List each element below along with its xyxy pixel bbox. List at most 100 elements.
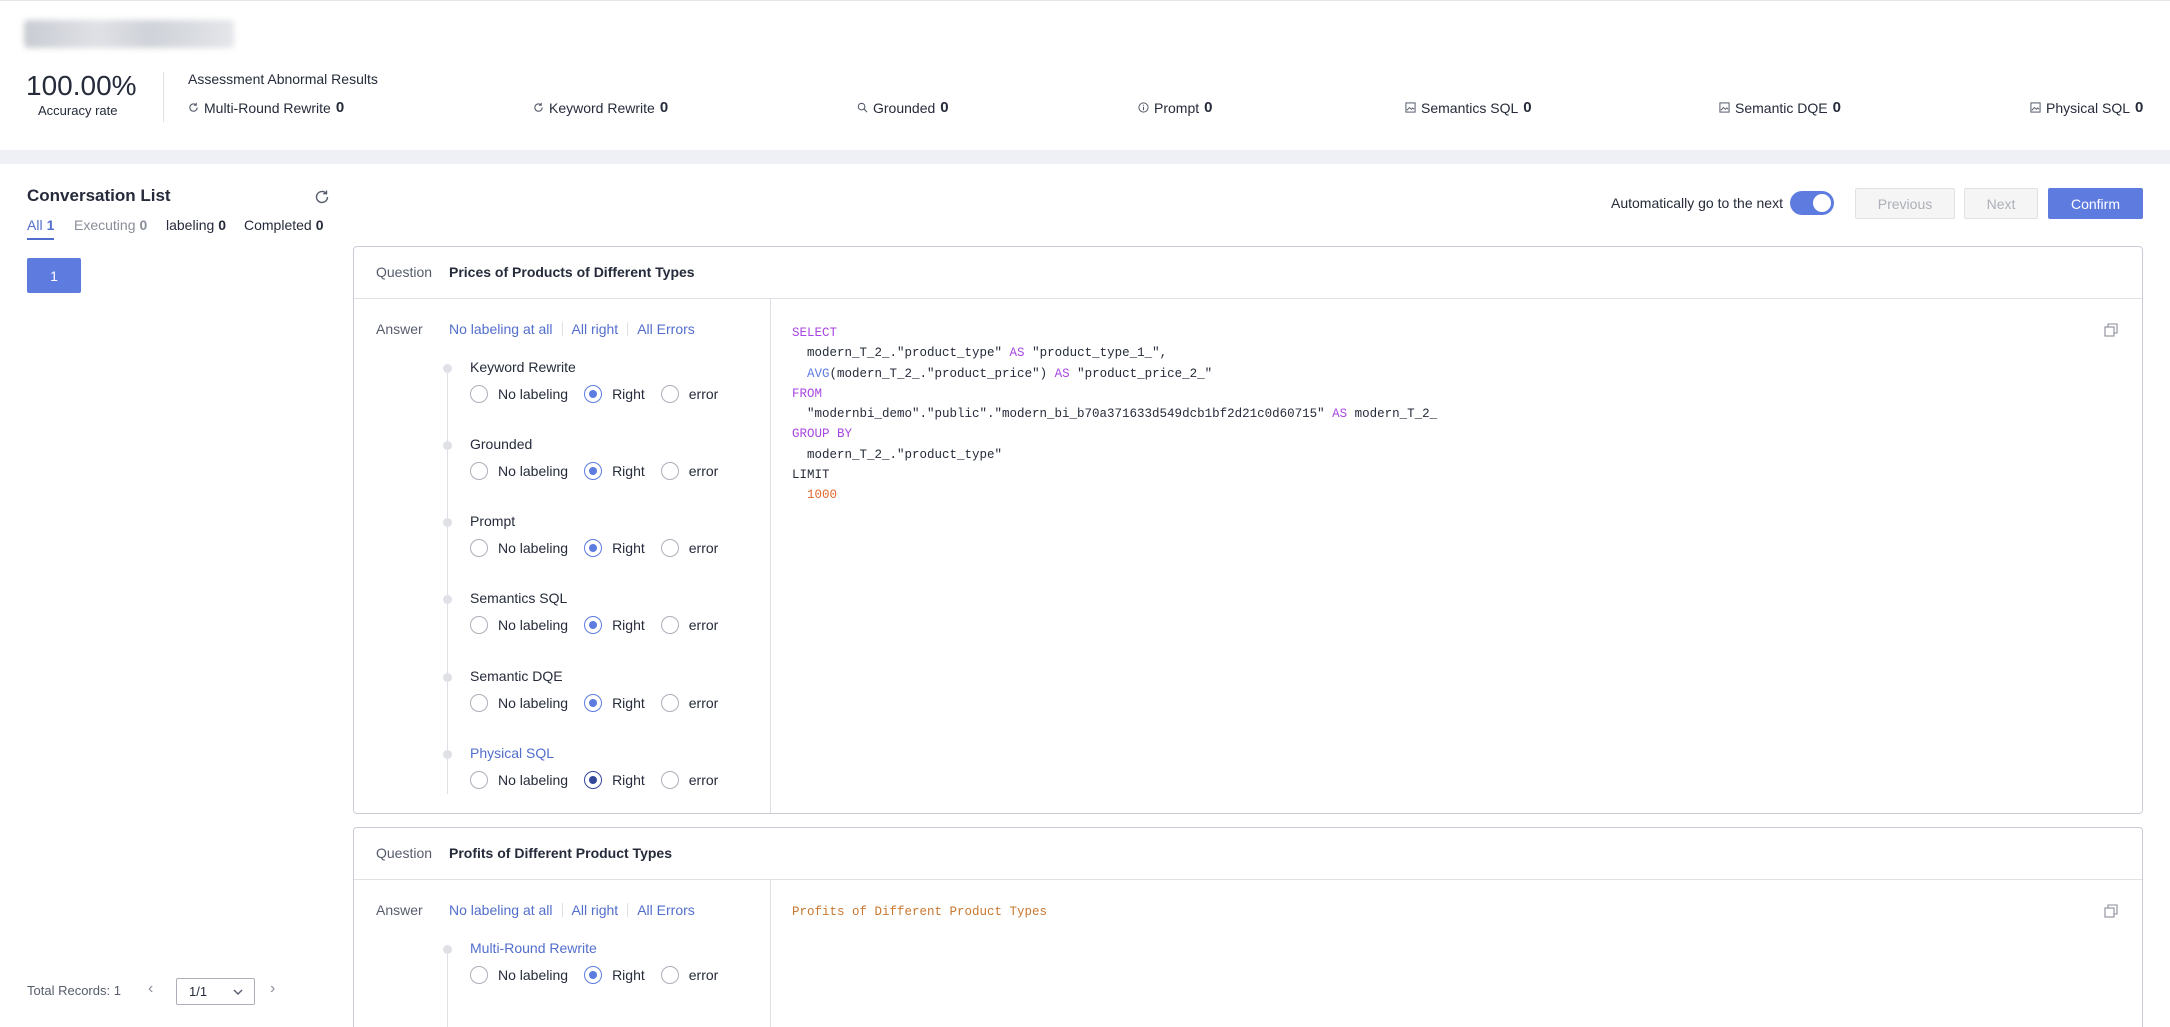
question-card: Question Prices of Products of Different…	[353, 246, 2143, 814]
divider	[163, 72, 164, 122]
image-icon	[1405, 102, 1416, 113]
radio-right[interactable]: Right	[584, 539, 645, 557]
radio-label: No labeling	[498, 386, 569, 402]
radio-circle[interactable]	[584, 966, 603, 984]
auto-next-toggle[interactable]	[1790, 191, 1834, 215]
all-errors-link[interactable]: All Errors	[637, 902, 695, 918]
radio-error[interactable]: error	[660, 385, 718, 403]
radio-right[interactable]: Right	[584, 462, 645, 480]
answer-label: Answer	[376, 321, 423, 337]
radio-circle[interactable]	[470, 616, 488, 634]
refresh-icon[interactable]	[313, 188, 331, 206]
metric-count: 0	[2135, 99, 2144, 116]
radio-right[interactable]: Right	[584, 966, 645, 984]
divider	[627, 322, 629, 336]
radio-right[interactable]: Right	[584, 616, 645, 634]
group-title: Semantics SQL	[470, 590, 568, 606]
radio-circle[interactable]	[470, 694, 488, 712]
conversation-item[interactable]: 1	[27, 258, 81, 293]
radio-circle[interactable]	[660, 966, 679, 984]
radio-error[interactable]: error	[660, 771, 718, 789]
confirm-button[interactable]: Confirm	[2048, 188, 2143, 219]
radio-circle[interactable]	[470, 385, 488, 403]
timeline-dot	[443, 945, 452, 954]
radio-right[interactable]: Right	[584, 771, 645, 789]
radio-circle[interactable]	[584, 694, 603, 712]
radio-group: No labeling Right error	[470, 616, 734, 634]
radio-no-labeling[interactable]: No labeling	[470, 462, 568, 480]
tab-completed[interactable]: Completed 0	[244, 217, 324, 233]
radio-no-labeling[interactable]: No labeling	[470, 694, 568, 712]
all-errors-link[interactable]: All Errors	[637, 321, 695, 337]
refresh-icon	[189, 102, 198, 112]
radio-error[interactable]: error	[660, 462, 718, 480]
radio-circle[interactable]	[584, 539, 603, 557]
radio-no-labeling[interactable]: No labeling	[470, 966, 568, 984]
radio-circle[interactable]	[584, 771, 603, 789]
page-select[interactable]: 1/1	[176, 978, 255, 1005]
abnormal-results-title: Assessment Abnormal Results	[188, 71, 378, 87]
radio-label: Right	[612, 540, 645, 556]
chevron-down-icon	[233, 989, 243, 995]
all-right-link[interactable]: All right	[572, 902, 619, 918]
radio-error[interactable]: error	[660, 539, 718, 557]
tab-label: Completed	[244, 217, 312, 233]
blurred-page-title	[24, 20, 234, 48]
sql-text: (modern_T_2_."product_price")	[829, 366, 1055, 381]
sql-keyword: AS	[1054, 366, 1070, 381]
no-labeling-all-link[interactable]: No labeling at all	[449, 321, 553, 337]
tab-all[interactable]: All 1	[27, 217, 54, 233]
radio-circle[interactable]	[660, 462, 679, 480]
all-right-link[interactable]: All right	[572, 321, 619, 337]
radio-circle[interactable]	[660, 616, 679, 634]
radio-label: Right	[612, 617, 645, 633]
group-title: Grounded	[470, 436, 533, 452]
radio-no-labeling[interactable]: No labeling	[470, 771, 568, 789]
radio-no-labeling[interactable]: No labeling	[470, 385, 568, 403]
group-title: Prompt	[470, 513, 516, 529]
radio-error[interactable]: error	[660, 966, 718, 984]
search-icon	[857, 102, 868, 113]
radio-circle[interactable]	[470, 966, 488, 984]
radio-circle[interactable]	[470, 539, 488, 557]
radio-circle[interactable]	[470, 771, 488, 789]
sql-keyword: FROM	[792, 386, 823, 401]
prev-page-icon[interactable]: ‹	[148, 980, 153, 998]
radio-group: No labeling Right error	[470, 966, 734, 984]
radio-label: No labeling	[498, 967, 569, 983]
radio-no-labeling[interactable]: No labeling	[470, 616, 568, 634]
radio-circle[interactable]	[660, 771, 679, 789]
radio-circle[interactable]	[660, 694, 679, 712]
radio-circle[interactable]	[470, 462, 488, 480]
copy-icon[interactable]	[2104, 904, 2118, 918]
metric-label: Grounded	[873, 99, 936, 116]
copy-icon[interactable]	[2104, 323, 2118, 337]
radio-error[interactable]: error	[660, 694, 718, 712]
metric-keyword-rewrite: Keyword Rewrite 0	[533, 99, 668, 116]
radio-label: No labeling	[498, 695, 569, 711]
radio-circle[interactable]	[584, 616, 603, 634]
question-label: Question	[376, 264, 433, 280]
radio-right[interactable]: Right	[584, 694, 645, 712]
no-labeling-all-link[interactable]: No labeling at all	[449, 902, 553, 918]
radio-circle[interactable]	[660, 385, 679, 403]
tab-executing[interactable]: Executing 0	[74, 217, 147, 233]
sql-text: "product_price_2_"	[1069, 366, 1213, 381]
tab-count: 1	[46, 217, 55, 233]
radio-circle[interactable]	[660, 539, 679, 557]
answer-labeling-panel: Answer No labeling at all All right All …	[354, 299, 771, 813]
next-button[interactable]: Next	[1964, 188, 2038, 219]
radio-label: No labeling	[498, 772, 569, 788]
radio-label: Right	[612, 967, 645, 983]
radio-group: No labeling Right error	[470, 462, 734, 480]
radio-error[interactable]: error	[660, 616, 718, 634]
radio-circle[interactable]	[584, 385, 603, 403]
question-text: Profits of Different Product Types	[449, 845, 672, 861]
radio-circle[interactable]	[584, 462, 603, 480]
previous-button[interactable]: Previous	[1855, 188, 1955, 219]
radio-right[interactable]: Right	[584, 385, 645, 403]
radio-no-labeling[interactable]: No labeling	[470, 539, 568, 557]
metric-label: Physical SQL	[2046, 99, 2131, 116]
tab-labeling[interactable]: labeling 0	[166, 217, 226, 233]
next-page-icon[interactable]: ›	[270, 980, 275, 998]
